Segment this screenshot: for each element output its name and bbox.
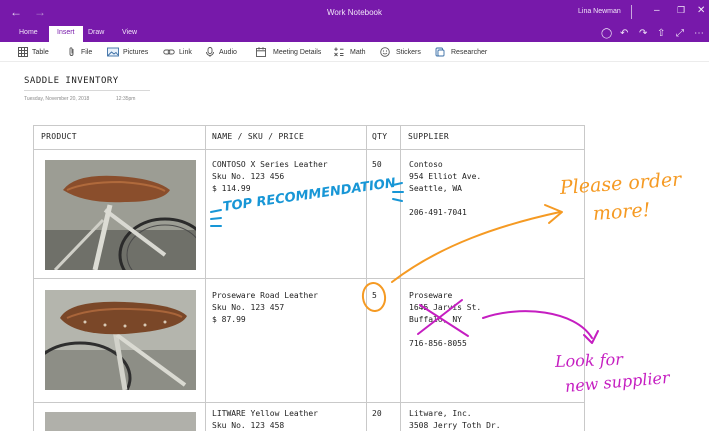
ink-note-look-for[interactable]: Look for: [555, 350, 623, 371]
ink-orange-arrow: [391, 211, 561, 283]
ink-magenta-cross: [419, 304, 469, 337]
ink-note-more[interactable]: more!: [592, 199, 651, 225]
ink-orange-circle: [361, 282, 387, 312]
ink-magenta-arrow: [482, 310, 593, 339]
